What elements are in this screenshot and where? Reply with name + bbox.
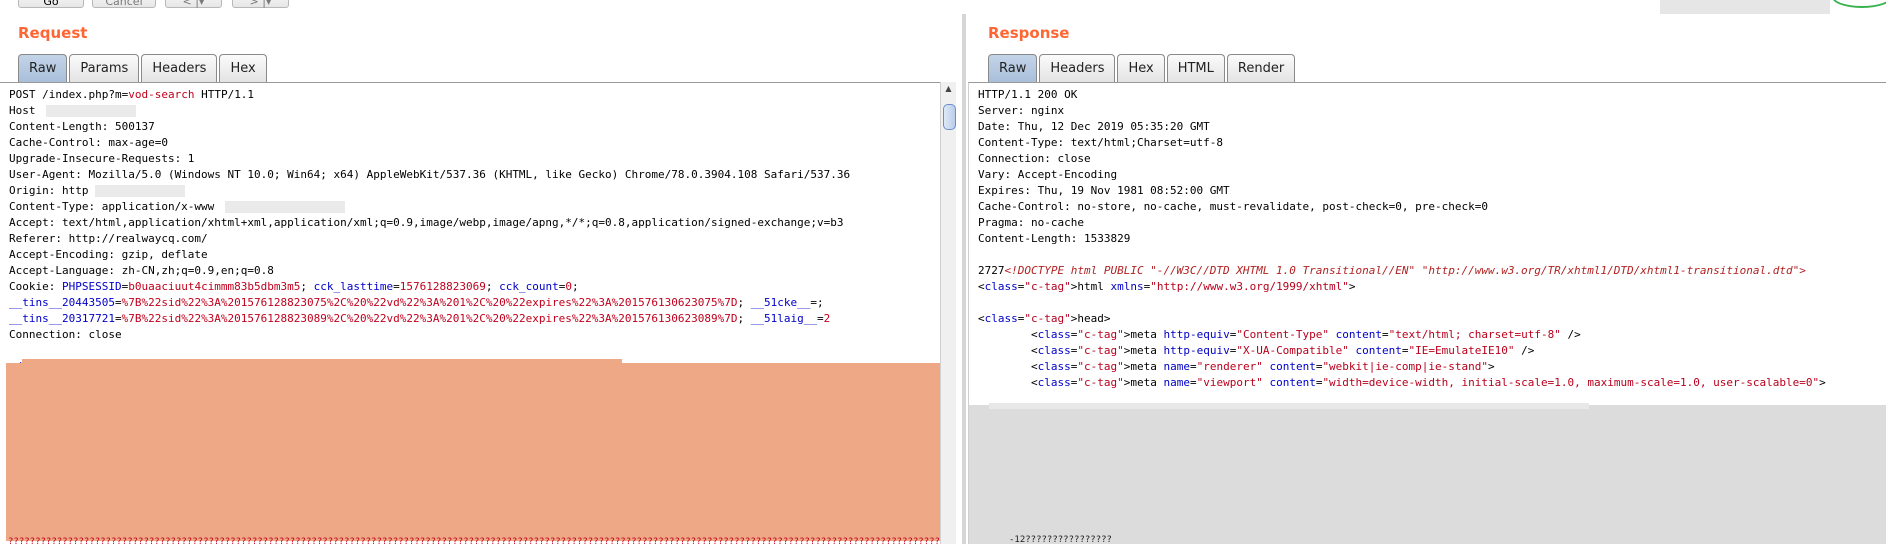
response-header-line: Pragma: no-cache xyxy=(978,216,1084,229)
request-body-redaction-edge xyxy=(22,359,622,365)
request-code: POST /index.php?m=vod-search HTTP/1.1 Hos… xyxy=(0,83,940,375)
request-line: Connection: close xyxy=(9,328,122,341)
scroll-up-arrow-icon[interactable]: ▲ xyxy=(941,82,956,96)
request-line: Cache-Control: max-age=0 xyxy=(9,136,168,149)
response-body-redaction xyxy=(969,405,1886,544)
response-header-line: Cache-Control: no-store, no-cache, must-… xyxy=(978,200,1488,213)
request-body-redaction xyxy=(6,363,940,541)
request-editor[interactable]: POST /index.php?m=vod-search HTTP/1.1 Hos… xyxy=(0,82,940,544)
response-meta-line: <class="c-tag">meta name="viewport" cont… xyxy=(978,376,1826,389)
response-header-line: Connection: close xyxy=(978,152,1091,165)
request-line: Accept-Language: zh-CN,zh;q=0.9,en;q=0.8 xyxy=(9,264,274,277)
request-line: Content-Type: application/x-www xyxy=(9,200,215,213)
request-line: Content-Length: 500137 xyxy=(9,120,155,133)
response-editor[interactable]: HTTP/1.1 200 OK Server: nginx Date: Thu, 1… xyxy=(968,82,1886,544)
request-line: Cookie: PHPSESSID=b0uaaciuut4cimmm83b5db… xyxy=(9,280,579,293)
request-line: Referer: http://realwaycq.com/ xyxy=(9,232,208,245)
response-body-tail: -12???????????????? xyxy=(1009,535,1112,544)
status-indicator-icon xyxy=(1832,0,1886,8)
response-header-line: HTTP/1.1 200 OK xyxy=(978,88,1078,101)
request-line: Accept-Encoding: gzip, deflate xyxy=(9,248,208,261)
scrollbar-thumb[interactable] xyxy=(943,104,956,130)
content-type-redaction xyxy=(225,201,345,213)
response-html-line: <class="c-tag">html xmlns="http://www.w3… xyxy=(978,280,1356,293)
request-vertical-scrollbar[interactable]: ▲ xyxy=(940,82,956,544)
cancel-button[interactable]: Cancel xyxy=(92,0,156,8)
panel-splitter[interactable] xyxy=(962,14,966,544)
request-line: __tins__20443505=%7B%22sid%22%3A%2015761… xyxy=(9,296,824,309)
request-tab-headers[interactable]: Headers xyxy=(141,54,218,82)
response-tab-hex[interactable]: Hex xyxy=(1117,54,1165,82)
burp-repeater-window: Go Cancel < |▾ > |▾ Request Raw Params Hea… xyxy=(0,0,1886,544)
response-header-line: Content-Length: 1533829 xyxy=(978,232,1131,245)
response-header-line: Vary: Accept-Encoding xyxy=(978,168,1118,181)
back-button[interactable]: < |▾ xyxy=(165,0,222,8)
request-tab-hex[interactable]: Hex xyxy=(219,54,267,82)
response-tab-raw[interactable]: Raw xyxy=(988,54,1038,82)
response-head-line: <class="c-tag">head> xyxy=(978,312,1111,325)
request-line: __tins__20317721=%7B%22sid%22%3A%2015761… xyxy=(9,312,831,325)
request-line: User-Agent: Mozilla/5.0 (Windows NT 10.0… xyxy=(9,168,851,181)
request-line xyxy=(9,343,940,359)
response-title: Response xyxy=(988,24,1070,42)
request-tab-raw[interactable]: Raw xyxy=(18,54,68,82)
response-tab-html[interactable]: HTML xyxy=(1166,54,1225,82)
request-line: Host xyxy=(9,104,36,117)
request-tabs: Raw Params Headers Hex xyxy=(18,54,269,82)
response-tabs: Raw Headers Hex HTML Render xyxy=(988,54,1297,82)
request-body-tail: ????????????????????????????????????????… xyxy=(8,537,940,544)
host-value-redaction xyxy=(46,105,136,117)
response-tab-headers[interactable]: Headers xyxy=(1039,54,1116,82)
response-tab-render[interactable]: Render xyxy=(1226,54,1296,82)
response-body-redaction-top xyxy=(989,403,1589,409)
response-doctype-line: 2727<!DOCTYPE html PUBLIC "-//W3C//DTD X… xyxy=(978,264,1806,277)
request-line: Upgrade-Insecure-Requests: 1 xyxy=(9,152,195,165)
request-line: Accept: text/html,application/xhtml+xml,… xyxy=(9,216,844,229)
response-meta-line: <class="c-tag">meta http-equiv="X-UA-Com… xyxy=(978,344,1535,357)
response-header-line: Content-Type: text/html;Charset=utf-8 xyxy=(978,136,1224,149)
origin-value-redaction xyxy=(95,185,185,197)
response-header-line: Date: Thu, 12 Dec 2019 05:35:20 GMT xyxy=(978,120,1210,133)
response-code: HTTP/1.1 200 OK Server: nginx Date: Thu, 1… xyxy=(969,83,1886,391)
request-title: Request xyxy=(18,24,88,42)
response-meta-line: <class="c-tag">meta http-equiv="Content-… xyxy=(978,328,1581,341)
request-line: POST /index.php?m=vod-search HTTP/1.1 xyxy=(9,88,255,101)
response-meta-line: <class="c-tag">meta name="renderer" cont… xyxy=(978,360,1495,373)
toolbar-redaction xyxy=(1660,0,1830,14)
response-header-line: Expires: Thu, 19 Nov 1981 08:52:00 GMT xyxy=(978,184,1230,197)
go-button[interactable]: Go xyxy=(18,0,84,8)
forward-button[interactable]: > |▾ xyxy=(232,0,289,8)
request-tab-params[interactable]: Params xyxy=(69,54,140,82)
response-header-line: Server: nginx xyxy=(978,104,1065,117)
